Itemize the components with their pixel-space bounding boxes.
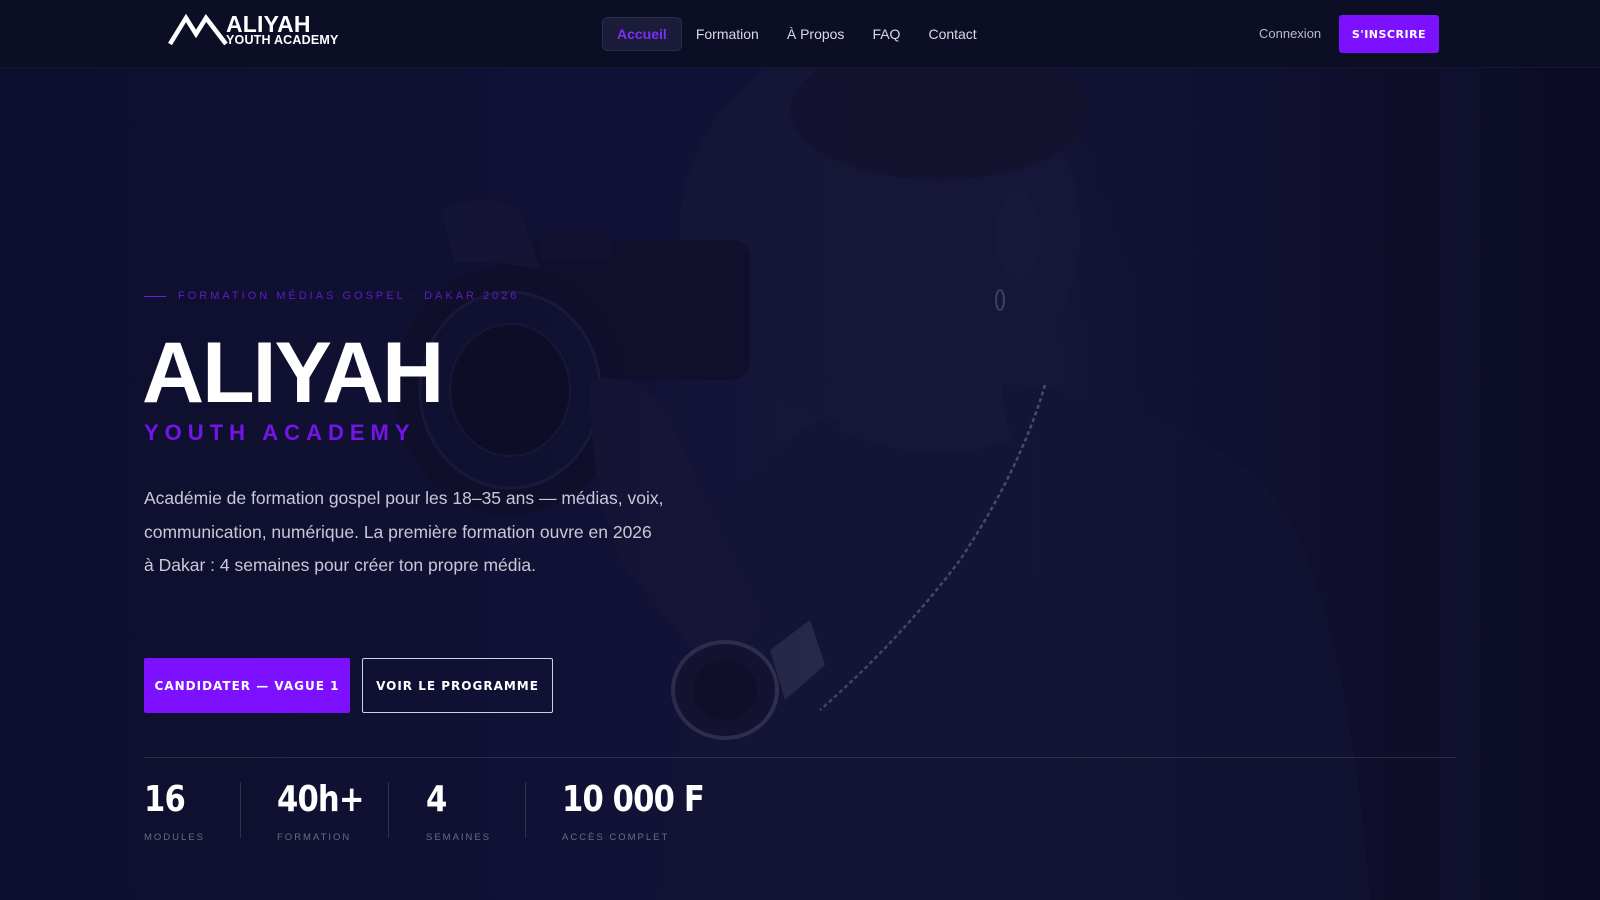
stat-modules: 16 MODULES [144,779,240,844]
nav-link-contact[interactable]: Contact [914,18,990,50]
stat-label: FORMATION [277,832,352,843]
view-program-button[interactable]: VOIR LE PROGRAMME [362,658,553,713]
stat-value: 10 000 F [562,779,705,820]
signup-button[interactable]: S'INSCRIRE [1339,15,1439,53]
nav-link-formation[interactable]: Formation [682,18,773,50]
logo-mountain-icon [168,14,228,46]
stat-semaines: 4 SEMAINES [389,779,525,844]
stats-row: 16 MODULES 40h+ FORMATION 4 SEMAINES 10 … [144,779,705,844]
nav-link-faq[interactable]: FAQ [858,18,914,50]
hero-title: ALIYAH [142,325,444,421]
stat-label: MODULES [144,832,205,843]
stats-divider [144,757,1456,758]
hero-description: Académie de formation gospel pour les 18… [144,488,664,575]
hero-subtitle: YOUTH ACADEMY [144,420,416,445]
logo-line-2: YOUTH ACADEMY [226,33,339,48]
stat-acces: 10 000 F ACCÈS COMPLET [526,779,705,844]
hero-overlay [0,0,1600,900]
stat-value: 16 [144,779,186,820]
stat-label: ACCÈS COMPLET [562,832,670,843]
hero-eyebrow: FORMATION MÉDIAS GOSPEL · DAKAR 2026 [144,290,520,302]
main-nav: Accueil Formation À Propos FAQ Contact [602,17,991,51]
stat-value: 4 [426,779,447,820]
stat-formation: 40h+ FORMATION [241,779,388,844]
apply-button[interactable]: CANDIDATER — VAGUE 1 [144,658,350,713]
top-navbar: ALIYAH YOUTH ACADEMY Accueil Formation À… [0,0,1600,68]
eyebrow-text: FORMATION MÉDIAS GOSPEL · DAKAR 2026 [178,290,520,302]
eyebrow-line [144,295,166,297]
nav-link-accueil[interactable]: Accueil [602,17,682,51]
stat-value: 40h+ [277,779,364,820]
login-link[interactable]: Connexion [1259,26,1321,41]
stat-label: SEMAINES [426,832,492,843]
logo-text: ALIYAH YOUTH ACADEMY [226,13,339,47]
nav-link-a-propos[interactable]: À Propos [773,18,859,50]
site-logo[interactable]: ALIYAH YOUTH ACADEMY [168,12,339,48]
